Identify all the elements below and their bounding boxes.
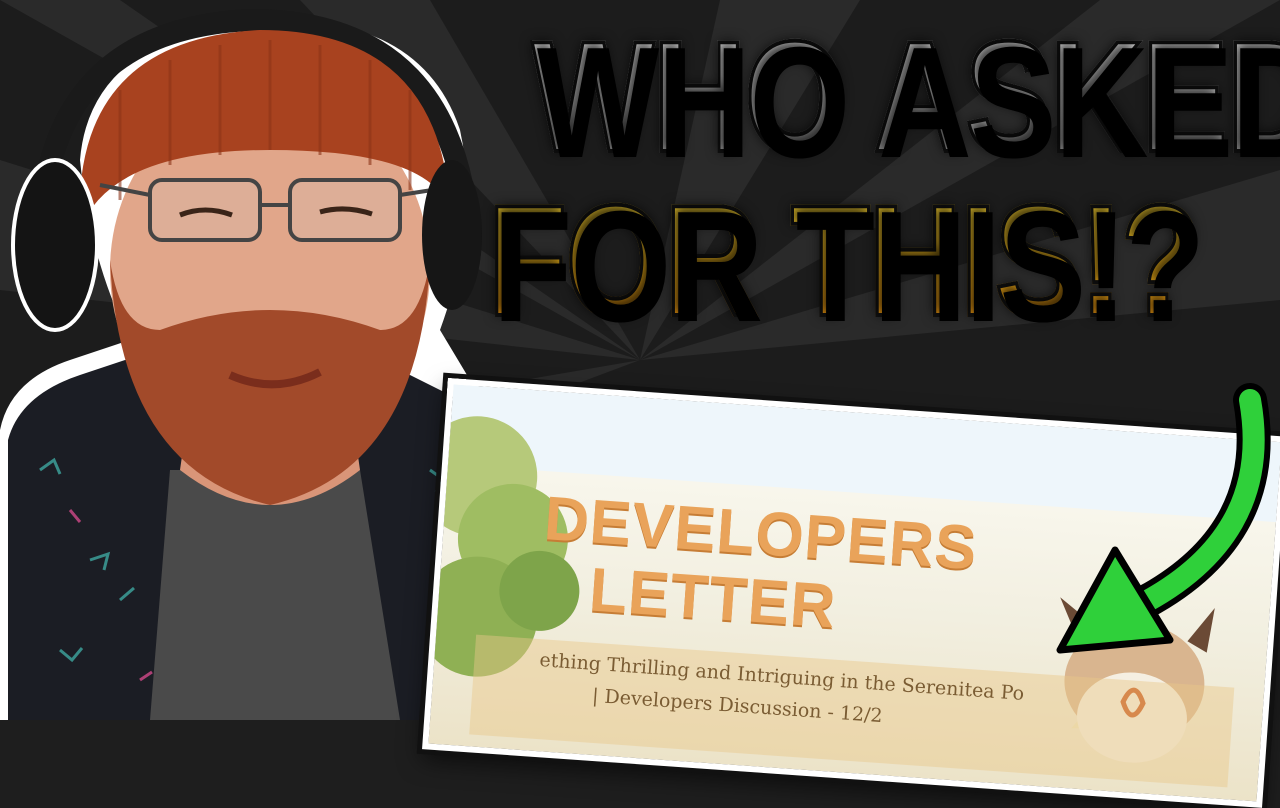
- green-curved-arrow-icon: [1056, 383, 1271, 654]
- headline-line-2-punct: !?: [1078, 173, 1202, 349]
- headline-line-1: WHO ASKED: [530, 16, 1280, 178]
- headline-line-2: FOR THIS!?: [486, 180, 1201, 342]
- headline-line-2-text: FOR THIS: [486, 173, 1082, 349]
